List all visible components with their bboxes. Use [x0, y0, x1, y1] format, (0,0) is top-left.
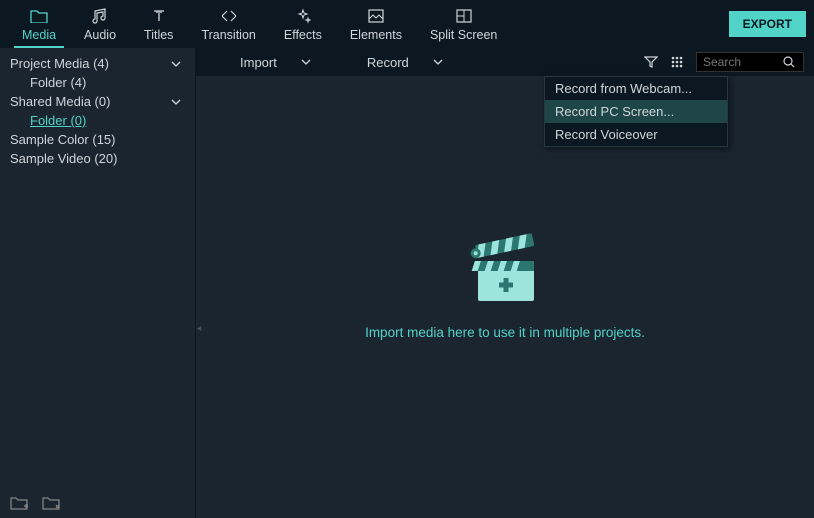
- sidebar-item-folder-selected[interactable]: Folder (0): [10, 111, 185, 130]
- sidebar-item-label: Folder (0): [30, 113, 185, 128]
- tab-label: Titles: [144, 28, 173, 42]
- record-label: Record: [367, 55, 409, 70]
- folder-icon: [30, 7, 48, 25]
- transition-icon: [220, 7, 238, 25]
- empty-text: Import media here to use it in multiple …: [365, 325, 645, 340]
- add-folder-icon[interactable]: [10, 496, 28, 510]
- tab-elements[interactable]: Elements: [336, 0, 416, 48]
- tab-label: Effects: [284, 28, 322, 42]
- tab-split-screen[interactable]: Split Screen: [416, 0, 511, 48]
- sidebar-item-label: Sample Color (15): [10, 132, 185, 147]
- sidebar-item-folder[interactable]: Folder (4): [10, 73, 185, 92]
- tab-effects[interactable]: Effects: [270, 0, 336, 48]
- content-subbar: Import Record: [196, 48, 814, 76]
- sidebar-item-label: Project Media (4): [10, 56, 171, 71]
- sidebar-item-label: Shared Media (0): [10, 94, 171, 109]
- sidebar-item-label: Sample Video (20): [10, 151, 185, 166]
- tab-label: Split Screen: [430, 28, 497, 42]
- tab-audio[interactable]: Audio: [70, 0, 130, 48]
- search-box: [696, 52, 804, 72]
- main-area: Project Media (4) Folder (4) Shared Medi…: [0, 48, 814, 518]
- tab-media[interactable]: Media: [8, 0, 70, 48]
- tab-label: Elements: [350, 28, 402, 42]
- chevron-down-icon: [171, 99, 185, 105]
- tab-transition[interactable]: Transition: [187, 0, 269, 48]
- record-dropdown[interactable]: Record: [353, 48, 457, 76]
- image-icon: [368, 7, 384, 25]
- sidebar-item-sample-video[interactable]: Sample Video (20): [10, 149, 185, 168]
- import-label: Import: [240, 55, 277, 70]
- export-button[interactable]: EXPORT: [729, 11, 806, 37]
- sidebar-item-sample-color[interactable]: Sample Color (15): [10, 130, 185, 149]
- chevron-down-icon: [301, 59, 311, 65]
- record-dropdown-menu: Record from Webcam... Record PC Screen..…: [544, 76, 728, 147]
- content-panel: ◂ Import Record: [196, 48, 814, 518]
- music-icon: [92, 7, 108, 25]
- menu-item-record-voiceover[interactable]: Record Voiceover: [545, 123, 727, 146]
- filter-icon[interactable]: [644, 55, 658, 69]
- tab-label: Media: [22, 28, 56, 42]
- tab-label: Transition: [201, 28, 255, 42]
- remove-folder-icon[interactable]: [42, 496, 60, 510]
- search-input[interactable]: [703, 55, 783, 69]
- sidebar-item-shared-media[interactable]: Shared Media (0): [10, 92, 185, 111]
- menu-item-record-webcam[interactable]: Record from Webcam...: [545, 77, 727, 100]
- text-icon: [151, 7, 167, 25]
- top-toolbar: Media Audio Titles Transition Effects El…: [0, 0, 814, 48]
- sidebar: Project Media (4) Folder (4) Shared Medi…: [0, 48, 196, 518]
- sidebar-bottom-tools: [10, 496, 60, 510]
- split-icon: [456, 7, 472, 25]
- chevron-down-icon: [171, 61, 185, 67]
- tab-titles[interactable]: Titles: [130, 0, 187, 48]
- grid-view-icon[interactable]: [670, 55, 684, 69]
- sidebar-item-project-media[interactable]: Project Media (4): [10, 54, 185, 73]
- tab-label: Audio: [84, 28, 116, 42]
- clapperboard-icon: [469, 233, 541, 307]
- sidebar-item-label: Folder (4): [30, 75, 185, 90]
- search-icon[interactable]: [783, 56, 795, 68]
- sparkle-icon: [295, 7, 311, 25]
- import-dropdown[interactable]: Import: [226, 48, 325, 76]
- chevron-down-icon: [433, 59, 443, 65]
- collapse-sidebar-handle[interactable]: ◂: [195, 308, 203, 348]
- menu-item-record-pc-screen[interactable]: Record PC Screen...: [545, 100, 727, 123]
